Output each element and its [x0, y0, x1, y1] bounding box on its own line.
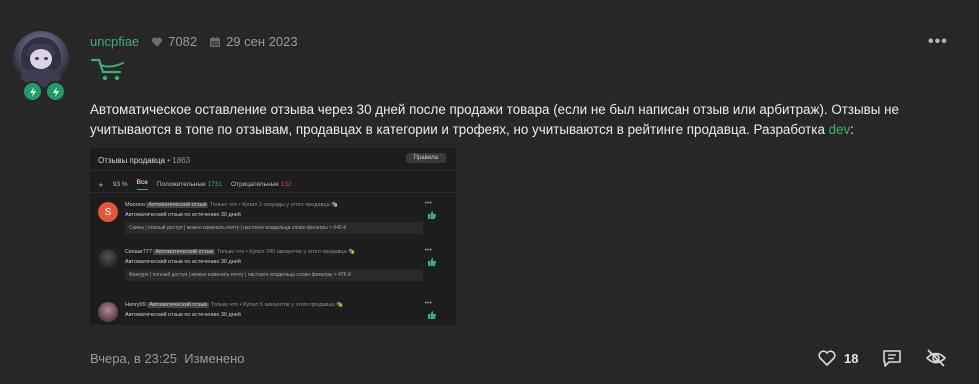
review-text: Автоматический отзыв по истечению 30 дне…: [125, 259, 241, 265]
review-item: S Mooooo Автоматический отзыв Только что…: [98, 200, 448, 246]
attached-screenshot[interactable]: Отзывы продавца • 1863 Правила ★ 93 % Вс…: [90, 148, 456, 325]
review-author: Mooooo: [125, 202, 145, 208]
eye-off-icon[interactable]: [926, 349, 946, 367]
reviews-dot: •: [167, 156, 171, 165]
tab-positive: Положительные 1731: [157, 181, 222, 188]
post-date: 29 сен 2023: [226, 34, 298, 49]
review-text: Автоматический отзыв по истечению 30 дне…: [125, 212, 241, 218]
post-text-tail: :: [850, 122, 854, 137]
review-details: Фанкуро | полный доступ | можно изменить…: [125, 269, 423, 281]
comment-icon[interactable]: [882, 349, 902, 367]
review-text: Автоматический отзыв по истечению 30 дне…: [125, 312, 241, 318]
edited-label: Изменено: [184, 351, 245, 366]
cart-icon: [90, 58, 124, 81]
review-author: Cesaar777: [125, 249, 152, 255]
review-tag: Автоматический отзыв: [153, 249, 216, 255]
review-more-icon: •••: [424, 300, 432, 307]
review-meta-text: Только что • Купил 240 аккаунтов у этого…: [216, 249, 356, 255]
like-count: 18: [844, 350, 859, 366]
review-details: Скины | полный доступ | можно изменить п…: [125, 222, 423, 234]
review-tag: Автоматический отзыв: [147, 302, 210, 308]
avatar[interactable]: [13, 31, 69, 87]
review-meta-text: Только что • Купил 2 секунды у этого про…: [209, 202, 339, 208]
review-avatar: [98, 249, 118, 269]
post-footer-time: Вчера, в 23:25 Изменено: [90, 351, 245, 366]
review-item: Cesaar777 Автоматический отзыв Только чт…: [98, 247, 448, 293]
user-badges: [22, 81, 66, 102]
review-meta: Cesaar777 Автоматический отзыв Только чт…: [125, 249, 355, 255]
thumb-up-icon: [428, 311, 436, 319]
forum-post: uncpfiae 7082 29 сен 2023 ••• Автоматиче…: [0, 0, 979, 384]
reviews-count: 1863: [172, 156, 191, 165]
dev-link[interactable]: dev: [829, 122, 851, 137]
user-likes-count: 7082: [168, 34, 198, 49]
review-meta: Henry09 Автоматический отзыв Только что …: [125, 302, 343, 308]
post-text-main: Автоматическое оставление отзыва через 3…: [90, 102, 899, 137]
reviews-title: Отзывы продавца: [98, 156, 165, 165]
thumb-up-icon: [428, 258, 436, 266]
tab-negative-label: Отрицательные: [231, 181, 279, 188]
star-icon: ★: [98, 181, 104, 189]
username-link[interactable]: uncpfiae: [90, 34, 139, 49]
heart-icon: [151, 36, 163, 48]
review-avatar: S: [98, 202, 118, 222]
tab-negative-count: 132: [280, 181, 292, 188]
divider: [90, 192, 456, 193]
review-meta: Mooooo Автоматический отзыв Только что •…: [125, 202, 338, 208]
review-avatar: [98, 302, 118, 322]
reviews-tabs: ★ 93 % Все Положительные 1731 Отрицатель…: [98, 179, 292, 190]
thumb-up-icon: [428, 211, 436, 219]
tab-all: Все: [136, 179, 148, 190]
tab-positive-label: Положительные: [156, 181, 206, 188]
review-item: Henry09 Автоматический отзыв Только что …: [98, 300, 448, 325]
review-tag: Автоматический отзыв: [146, 202, 209, 208]
review-author: Henry09: [125, 302, 146, 308]
post-meta: uncpfiae 7082 29 сен 2023: [90, 34, 310, 49]
lightning-badge-icon: [45, 81, 66, 102]
more-options-button[interactable]: •••: [928, 33, 948, 51]
post-text: Автоматическое оставление отзыва через 3…: [90, 100, 960, 140]
review-more-icon: •••: [424, 247, 432, 254]
reviews-header: Отзывы продавца • 1863: [98, 156, 190, 165]
tab-positive-count: 1731: [207, 181, 223, 188]
divider: [90, 170, 456, 171]
calendar-icon: [209, 36, 221, 48]
rating-value: 93 %: [112, 181, 128, 188]
rules-button: Правила: [405, 153, 446, 163]
like-button[interactable]: 18: [818, 350, 858, 366]
review-more-icon: •••: [424, 200, 432, 207]
heart-outline-icon: [818, 350, 836, 366]
lightning-badge-icon: [22, 81, 43, 102]
post-time: Вчера, в 23:25: [90, 351, 177, 366]
tab-negative: Отрицательные 132: [231, 181, 292, 188]
review-meta-text: Только что • Купил 5 аккаунтов у этого п…: [210, 302, 343, 308]
